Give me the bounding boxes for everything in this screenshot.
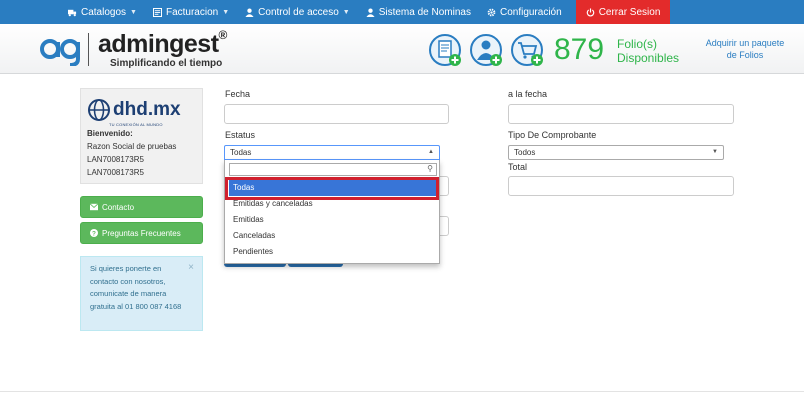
add-cart-icon[interactable] (511, 34, 545, 68)
nav-nominas[interactable]: Sistema de Nominas (358, 0, 479, 24)
chevron-down-icon: ▼ (712, 149, 718, 155)
svg-text:?: ? (92, 230, 96, 237)
logout-label: Cerrar Sesion (598, 6, 661, 18)
logout-button[interactable]: Cerrar Sesion (575, 0, 671, 24)
tipo-select[interactable]: Todos ▼ (508, 145, 724, 160)
power-icon (586, 7, 594, 16)
nav-configuracion[interactable]: Configuración (479, 0, 570, 24)
chevron-up-icon: ▲ (428, 149, 434, 155)
company-logo: dhd.mx (87, 95, 196, 125)
chevron-down-icon: ▼ (222, 8, 230, 16)
nav-catalogos[interactable]: Catalogos ▼ (60, 0, 145, 24)
add-user-icon[interactable] (470, 34, 504, 68)
welcome-label: Bienvenido: (87, 129, 133, 138)
contact-info-text: Si quieres ponerte en contacto con nosot… (90, 264, 182, 311)
profile-card: dhd.mx TU CONEXIÓN AL MUNDO Bienvenido: … (80, 88, 203, 184)
question-icon: ? (90, 229, 98, 237)
brand-name: admingest® (98, 28, 227, 58)
folios-count: 879 (554, 33, 605, 66)
logo-separator (88, 33, 89, 66)
user-icon (245, 8, 254, 17)
nav-facturacion[interactable]: Facturacion ▼ (145, 0, 237, 24)
nav-control-acceso-label: Control de acceso (258, 6, 339, 18)
buy-folios-link[interactable]: Adquirir un paquete de Folios (700, 37, 790, 61)
a-la-fecha-input[interactable] (508, 104, 734, 124)
header: admingest® Simplificando el tiempo 879 F… (0, 24, 804, 74)
nav-nominas-label: Sistema de Nominas (378, 6, 471, 18)
top-navbar: Catalogos ▼ Facturacion ▼ Control de acc… (0, 0, 804, 24)
search-icon: ⚲ (427, 164, 433, 173)
nav-control-acceso[interactable]: Control de acceso ▼ (237, 0, 358, 24)
add-invoice-icon[interactable] (429, 34, 463, 68)
option-canceladas[interactable]: Canceladas (225, 228, 441, 244)
chevron-down-icon: ▼ (342, 8, 350, 16)
contact-button[interactable]: Contacto (80, 196, 203, 218)
estatus-select-value: Todas (230, 148, 252, 157)
truck-icon (68, 9, 77, 16)
globe-icon (88, 99, 110, 121)
razon-social: Razon Social de pruebas (87, 142, 177, 151)
estatus-dropdown: ⚲ Todas Emitidas y canceladas Emitidas C… (224, 160, 440, 264)
tipo-select-value: Todos (514, 148, 536, 157)
footer-divider (0, 391, 804, 392)
fecha-label: Fecha (225, 89, 251, 99)
folios-label: Folio(s) Disponibles (617, 37, 680, 65)
invoice-icon (152, 7, 162, 17)
fecha-input[interactable] (224, 104, 449, 124)
dropdown-search-input[interactable]: ⚲ (229, 163, 437, 176)
nav-catalogos-label: Catalogos (81, 6, 127, 18)
envelope-icon (90, 203, 98, 211)
chevron-down-icon: ▼ (130, 8, 137, 16)
nav-facturacion-label: Facturacion (165, 6, 219, 18)
contact-info-alert: Si quieres ponerte en contacto con nosot… (80, 256, 203, 331)
tipo-label: Tipo De Comprobante (508, 130, 597, 140)
option-emitidas[interactable]: Emitidas (225, 212, 441, 228)
estatus-label: Estatus (225, 130, 256, 140)
user-icon (366, 8, 375, 17)
rfc-2: LAN7008173R5 (87, 168, 144, 177)
highlight-annotation (225, 177, 439, 200)
admingest-logo-icon (40, 39, 80, 66)
nav-configuracion-label: Configuración (499, 6, 562, 18)
contact-button-label: Contacto (102, 202, 135, 212)
faq-button-label: Preguntas Frecuentes (102, 228, 181, 238)
company-logo-text: dhd.mx (113, 99, 181, 120)
rfc-1: LAN7008173R5 (87, 155, 144, 164)
faq-button[interactable]: ? Preguntas Frecuentes (80, 222, 203, 244)
estatus-select[interactable]: Todas ▲ (224, 145, 440, 160)
a-la-fecha-label: a la fecha (508, 89, 548, 99)
brand-tagline: Simplificando el tiempo (110, 58, 223, 69)
total-label: Total (508, 162, 528, 172)
total-input[interactable] (508, 176, 734, 196)
gear-icon (487, 8, 496, 16)
option-pendientes[interactable]: Pendientes (225, 244, 441, 260)
close-icon[interactable]: × (188, 262, 194, 275)
